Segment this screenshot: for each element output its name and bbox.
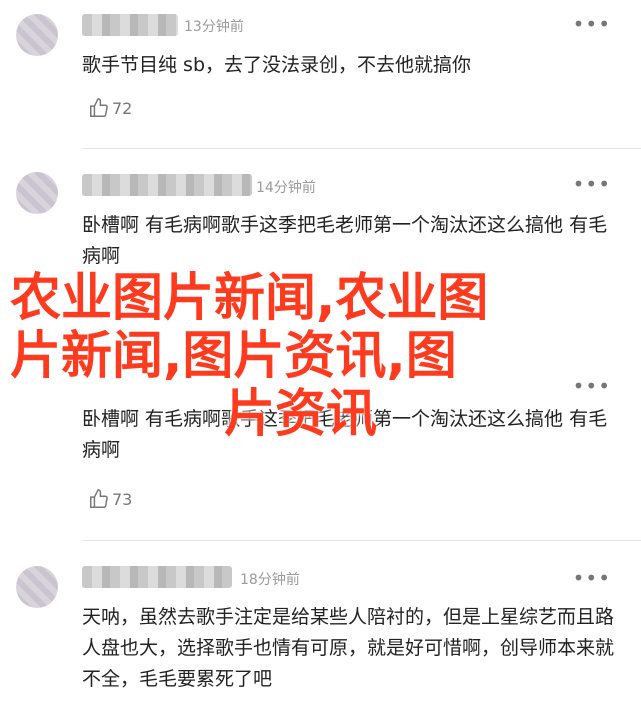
watermark-line: 片新闻,图片资讯,图 [10,327,457,386]
avatar[interactable] [16,566,58,608]
username-mosaic [82,174,252,196]
username-mosaic [82,14,178,36]
more-options-icon[interactable]: ••• [573,12,611,36]
watermark-line: 片资讯 [224,385,378,444]
more-options-icon[interactable]: ••• [573,172,611,196]
thumbs-up-icon [90,489,108,508]
username-mosaic [82,566,232,588]
comment-time: 14分钟前 [256,180,316,196]
comment-time: 18分钟前 [240,572,300,588]
comment-text: 卧槽啊 有毛病啊歌手这季把毛老师第一个淘汰还这么搞他 有毛病啊 [82,214,608,267]
watermark-line: 农业图片新闻,农业图 [10,269,489,328]
divider [82,148,641,149]
more-options-icon[interactable]: ••• [573,566,611,590]
like-button[interactable]: 73 [88,488,132,510]
like-count: 73 [112,489,133,509]
watermark-overlay: 农业图片新闻,农业图 片新闻,图片资讯,图 片资讯 [10,270,630,444]
comment-text: 歌手节目纯 sb，去了没法录创，不去他就搞你 [82,54,472,76]
like-count: 72 [112,98,133,118]
avatar[interactable] [16,14,58,56]
comment-time: 13分钟前 [184,19,244,35]
avatar[interactable] [16,172,58,214]
like-button[interactable]: 72 [88,97,132,119]
divider [82,540,641,541]
comment-text: 天呐，虽然去歌手注定是给某些人陪衬的，但是上星综艺而且路人盘也大，选择歌手也情有… [82,606,615,690]
thumbs-up-icon [90,98,108,117]
